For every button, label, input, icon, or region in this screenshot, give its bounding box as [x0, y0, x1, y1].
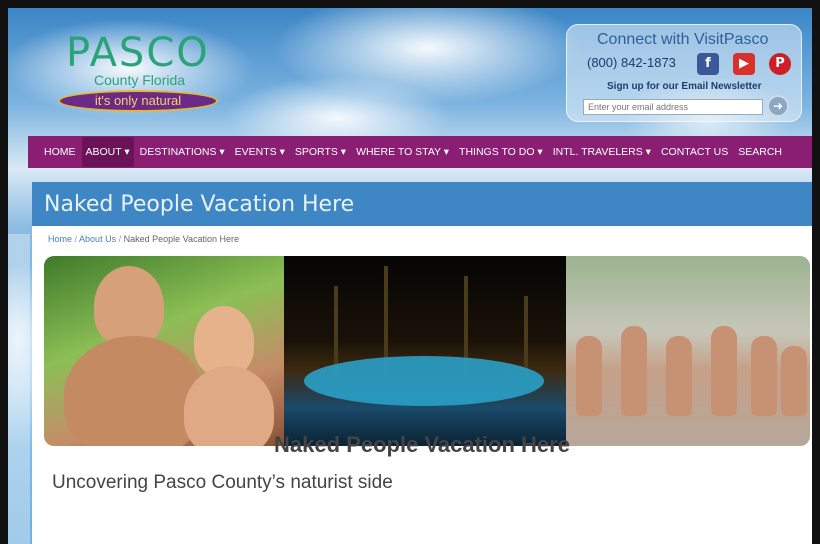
person-back	[621, 326, 647, 416]
pinterest-icon[interactable]: P	[769, 53, 791, 75]
youtube-icon[interactable]: ▶	[733, 53, 755, 75]
hero-photo-couple	[44, 256, 284, 446]
logo-tagline: it's only natural	[58, 90, 218, 112]
browser-frame: PASCO County Florida it's only natural C…	[8, 8, 812, 544]
nav-item-events[interactable]: EVENTS ▾	[235, 146, 285, 158]
nav-item-contact-us[interactable]: CONTACT US	[661, 146, 728, 158]
person-torso	[64, 336, 204, 446]
page-subheading: Uncovering Pasco County’s naturist side	[52, 472, 393, 493]
facebook-icon[interactable]: f	[697, 53, 719, 75]
connect-title: Connect with VisitPasco	[597, 31, 769, 48]
person-back	[666, 336, 692, 416]
page-heading: Naked People Vacation Here	[274, 432, 570, 457]
pasco-logo[interactable]: PASCO County Florida it's only natural	[58, 30, 228, 120]
person-back	[751, 336, 777, 416]
left-cloud-edge	[8, 234, 30, 544]
breadcrumb-current: Naked People Vacation Here	[123, 234, 240, 244]
pool	[304, 356, 544, 406]
newsletter-label: Sign up for our Email Newsletter	[607, 81, 762, 92]
hero-image	[44, 256, 810, 446]
person-back	[711, 326, 737, 416]
main-nav: HOME ABOUT ▾ DESTINATIONS ▾ EVENTS ▾ SPO…	[28, 136, 812, 168]
page-banner: Naked People Vacation Here	[32, 182, 812, 226]
hero-photo-pool-group	[566, 256, 810, 446]
breadcrumb-about[interactable]: About Us	[79, 234, 116, 244]
content-area: Home / About Us / Naked People Vacation …	[32, 226, 812, 544]
connect-box: Connect with VisitPasco (800) 842-1873 f…	[566, 24, 802, 122]
person-back	[781, 346, 807, 416]
person-back	[576, 336, 602, 416]
nav-item-destinations[interactable]: DESTINATIONS ▾	[140, 146, 225, 158]
nav-item-sports[interactable]: SPORTS ▾	[295, 146, 346, 158]
logo-subtitle: County Florida	[94, 72, 186, 88]
phone-number[interactable]: (800) 842-1873	[587, 55, 676, 70]
nav-item-about[interactable]: ABOUT ▾	[81, 137, 134, 167]
email-input[interactable]	[583, 99, 763, 115]
nav-item-home[interactable]: HOME	[44, 146, 76, 158]
hero-photo-resort-night	[284, 256, 566, 446]
breadcrumb-home[interactable]: Home	[48, 234, 72, 244]
submit-arrow-icon[interactable]: ➜	[767, 95, 789, 117]
breadcrumb: Home / About Us / Naked People Vacation …	[48, 234, 239, 244]
nav-item-search[interactable]: SEARCH	[738, 146, 782, 158]
person-head	[94, 266, 164, 346]
nav-item-intl-travelers[interactable]: INTL. TRAVELERS ▾	[553, 146, 651, 158]
nav-item-where-to-stay[interactable]: WHERE TO STAY ▾	[356, 146, 449, 158]
banner-title: Naked People Vacation Here	[44, 192, 355, 217]
logo-title: PASCO	[66, 30, 210, 76]
nav-item-things-to-do[interactable]: THINGS TO DO ▾	[459, 146, 543, 158]
